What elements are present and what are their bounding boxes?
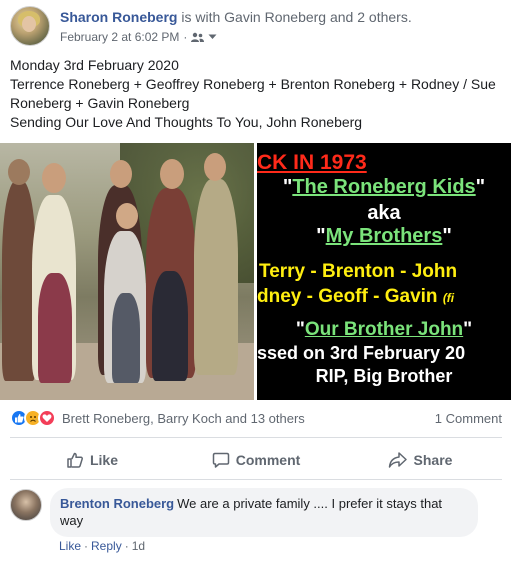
- thumbs-up-icon: [66, 451, 84, 469]
- memorial-aka: aka: [367, 202, 401, 224]
- comment-author-link[interactable]: Brenton Roneberg: [60, 496, 174, 511]
- memorial-brothers-title: My Brothers: [325, 225, 443, 247]
- memorial-names-line-2: dney - Geoff - Gavin (fi: [257, 286, 454, 308]
- memorial-names-line-2-text: dney - Geoff - Gavin: [257, 286, 438, 307]
- share-button-label: Share: [413, 452, 453, 468]
- family-photo[interactable]: [0, 143, 254, 400]
- memorial-kids-quote-close: ": [475, 176, 486, 198]
- like-button-label: Like: [89, 452, 118, 468]
- memorial-brothers-quote-close: ": [442, 225, 452, 247]
- comment-reply-link[interactable]: Reply: [91, 539, 122, 553]
- comment-like-link[interactable]: Like: [59, 539, 81, 553]
- post-timestamp[interactable]: February 2 at 6:02 PM: [60, 30, 179, 44]
- comment-meta-separator-1: ·: [84, 539, 89, 553]
- memorial-kids-line: "The Roneberg Kids": [257, 176, 511, 199]
- comment-bubble: Brenton Roneberg We are a private family …: [50, 488, 478, 537]
- memorial-brothers-quote-open: ": [316, 225, 326, 247]
- comment-meta-separator-2: ·: [124, 539, 129, 553]
- post-header: Sharon Roneberg is with Gavin Roneberg a…: [10, 6, 500, 50]
- commenter-avatar[interactable]: [10, 489, 42, 521]
- action-bar: Like Comment Share: [10, 443, 502, 477]
- friends-icon[interactable]: [191, 32, 205, 43]
- love-icon: [38, 409, 56, 427]
- share-arrow-icon: [388, 451, 408, 469]
- memorial-kids-quote-open: ": [282, 176, 293, 198]
- comment-age[interactable]: 1d: [132, 539, 145, 553]
- reactions-bar: Brett Roneberg, Barry Koch and 13 others…: [10, 407, 502, 429]
- memorial-rip-line: RIP, Big Brother: [315, 366, 453, 386]
- like-button[interactable]: Like: [10, 443, 174, 477]
- chevron-down-icon[interactable]: [208, 34, 217, 40]
- poster-avatar[interactable]: [10, 6, 50, 46]
- memorial-names-line-2-small: (fi: [442, 291, 455, 305]
- memorial-john-line: "Our Brother John": [257, 319, 511, 341]
- memorial-passed-line: ssed on 3rd February 20: [257, 343, 466, 363]
- comment-icon: [212, 451, 230, 469]
- meta-separator: ·: [183, 30, 188, 44]
- memorial-john-quote-open: ": [295, 319, 305, 340]
- post-line-message: Sending Our Love And Thoughts To You, Jo…: [10, 114, 363, 130]
- reaction-names[interactable]: Brett Roneberg, Barry Koch and 13 others: [62, 411, 305, 426]
- memorial-year-line: CK IN 1973: [257, 151, 367, 174]
- memorial-graphic[interactable]: CK IN 1973 "The Roneberg Kids" aka "My B…: [257, 143, 511, 400]
- tagged-with-text[interactable]: is with Gavin Roneberg and 2 others.: [181, 9, 411, 25]
- memorial-john-quote-close: ": [463, 319, 473, 340]
- post-photos: CK IN 1973 "The Roneberg Kids" aka "My B…: [0, 143, 511, 400]
- memorial-brothers-line: "My Brothers": [257, 225, 511, 248]
- comment-meta: Like · Reply · 1d: [59, 539, 145, 553]
- comment-button-label: Comment: [235, 452, 301, 468]
- divider-bottom: [10, 479, 502, 480]
- post-line-names: Terrence Roneberg + Geoffrey Roneberg + …: [10, 76, 496, 111]
- memorial-names-line-1: Terry - Brenton - John: [259, 261, 458, 282]
- post-meta: February 2 at 6:02 PM ·: [60, 30, 217, 44]
- share-button[interactable]: Share: [338, 443, 502, 477]
- reaction-icons[interactable]: [10, 409, 56, 427]
- memorial-john-title: Our Brother John: [304, 319, 464, 340]
- poster-name-link[interactable]: Sharon Roneberg: [60, 9, 177, 25]
- comment-button[interactable]: Comment: [174, 443, 338, 477]
- comment-count[interactable]: 1 Comment: [435, 411, 502, 426]
- memorial-kids-title: The Roneberg Kids: [292, 176, 476, 198]
- post-body: Monday 3rd February 2020 Terrence Ronebe…: [10, 56, 505, 132]
- divider-top: [10, 437, 502, 438]
- poster-line: Sharon Roneberg is with Gavin Roneberg a…: [60, 9, 412, 25]
- post-line-date: Monday 3rd February 2020: [10, 57, 179, 73]
